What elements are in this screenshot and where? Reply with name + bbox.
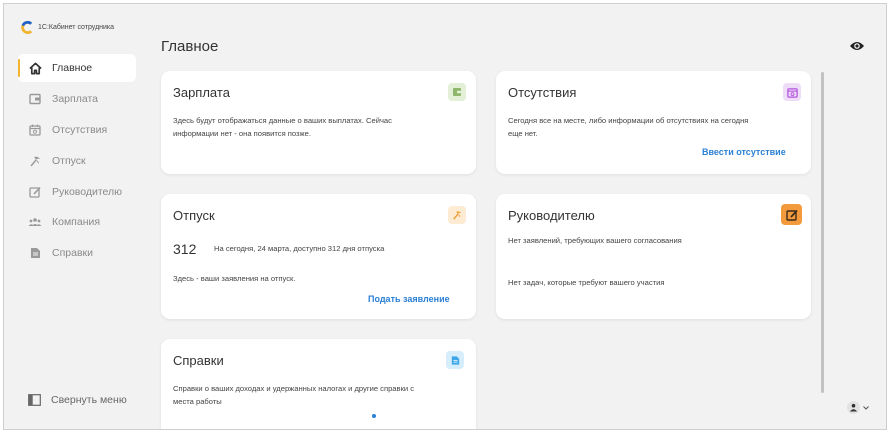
manager-card[interactable]: Руководителю Нет заявлений, требующих ва… (496, 194, 811, 319)
sidebar-item-label: Отсутствия (52, 124, 108, 136)
card-title: Руководителю (508, 208, 595, 223)
palm-icon (28, 154, 42, 168)
absences-card[interactable]: Отсутствия Сегодня все на месте, либо ин… (496, 71, 811, 174)
document-icon (28, 246, 42, 260)
sidebar-item-absences[interactable]: Отсутствия (18, 116, 136, 144)
palm-icon (448, 206, 466, 224)
vacation-days-text: На сегодня, 24 марта, доступно 312 дня о… (214, 244, 385, 253)
certificates-card[interactable]: Справки Справки о ваших доходах и удержа… (161, 339, 476, 429)
wallet-icon (28, 92, 42, 106)
card-title: Справки (173, 353, 224, 368)
card-title: Зарплата (173, 85, 230, 100)
app-name: 1С:Кабинет сотрудника (38, 24, 115, 31)
document-icon (446, 351, 464, 369)
page-title: Главное (161, 38, 219, 55)
sidebar-item-vacation[interactable]: Отпуск (18, 147, 136, 175)
user-menu-button[interactable] (847, 401, 869, 414)
wallet-icon (448, 83, 466, 101)
people-icon (28, 215, 42, 229)
salary-card[interactable]: Зарплата Здесь будут отображаться данные… (161, 71, 476, 174)
sidebar-item-label: Отпуск (52, 155, 86, 167)
sidebar-item-label: Зарплата (52, 93, 98, 105)
scrollbar[interactable] (821, 72, 824, 393)
card-text: Нет задач, которые требуют вашего участи… (508, 278, 665, 287)
sidebar-item-certificates[interactable]: Справки (18, 239, 136, 267)
card-text: Здесь будут отображаться данные о ваших … (173, 116, 392, 125)
collapse-menu-button[interactable]: Свернуть меню (28, 394, 127, 406)
card-text: Сегодня все на месте, либо информации об… (508, 116, 749, 125)
card-text: еще нет. (508, 128, 538, 138)
app-logo: 1С:Кабинет сотрудника (21, 21, 114, 34)
card-text: Справки о ваших доходах и удержанных нал… (173, 384, 415, 393)
link-fragment (372, 414, 376, 418)
app-window: 1С:Кабинет сотрудника Главное Зарплата О… (3, 3, 887, 430)
sidebar-item-manager[interactable]: Руководителю (18, 178, 136, 206)
card-text: места работы (173, 396, 222, 406)
eye-icon[interactable] (849, 39, 865, 53)
submit-application-link[interactable]: Подать заявление (368, 294, 450, 304)
user-icon (847, 401, 860, 414)
chevron-down-icon (863, 405, 869, 410)
sidebar-item-label: Руководителю (52, 186, 123, 198)
vacation-card[interactable]: Отпуск 312 На сегодня, 24 марта, доступн… (161, 194, 476, 319)
sidebar-item-company[interactable]: Компания (18, 208, 136, 236)
sidebar-item-label: Справки (52, 247, 93, 259)
card-text: Нет заявлений, требующих вашего согласов… (508, 236, 682, 245)
collapse-menu-label: Свернуть меню (51, 394, 127, 406)
card-text: информации нет - она появится позже. (173, 128, 311, 138)
card-text: Здесь - ваши заявления на отпуск. (173, 274, 296, 283)
sidebar: 1С:Кабинет сотрудника Главное Зарплата О… (4, 4, 144, 429)
calendar-icon (28, 123, 42, 137)
manager-icon (781, 204, 802, 225)
vacation-days-count: 312 (173, 241, 197, 257)
sidebar-item-main[interactable]: Главное (18, 54, 136, 82)
sidebar-toggle-icon (28, 394, 41, 406)
sidebar-item-label: Компания (52, 216, 101, 228)
sidebar-item-salary[interactable]: Зарплата (18, 85, 136, 113)
add-absence-link[interactable]: Ввести отсутствие (702, 147, 786, 157)
card-title: Отпуск (173, 208, 215, 223)
sidebar-item-label: Главное (52, 62, 93, 74)
calendar-icon (783, 83, 801, 101)
card-title: Отсутствия (508, 85, 577, 100)
logo-icon (21, 21, 33, 34)
manager-icon (28, 185, 42, 199)
home-icon (28, 61, 42, 75)
